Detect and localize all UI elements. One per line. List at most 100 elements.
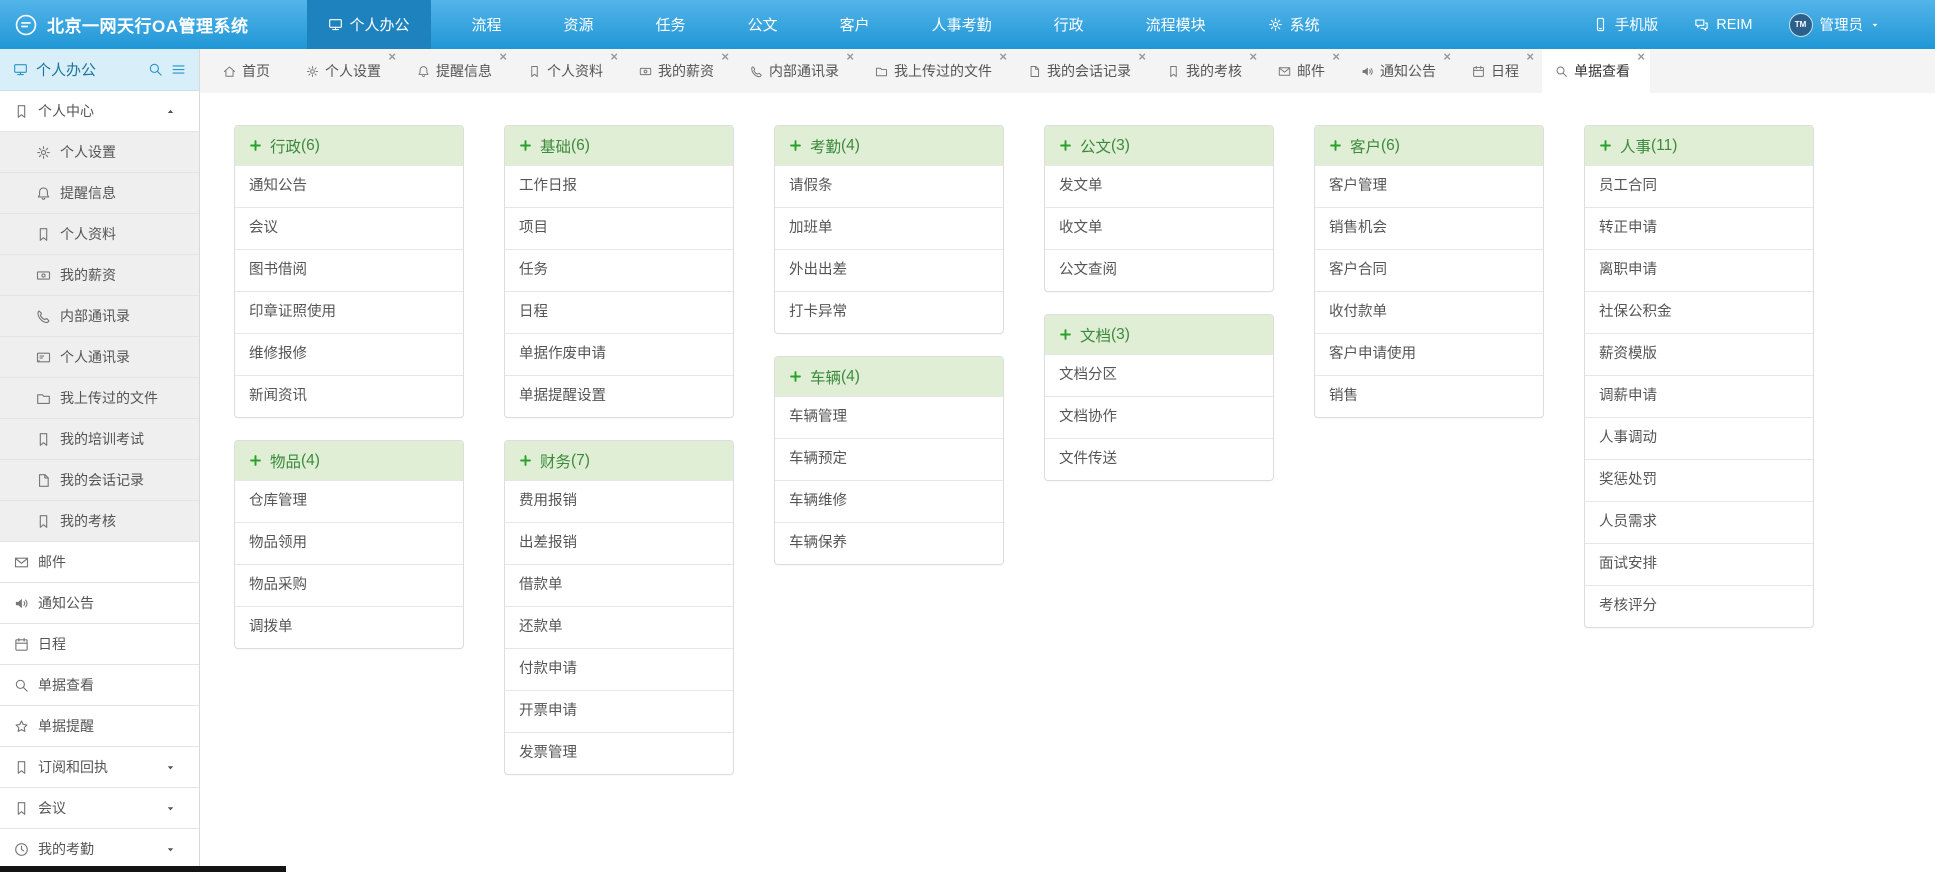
sidebar-item[interactable]: 日程	[0, 624, 199, 665]
topbar-right-item[interactable]: TM管理员	[1789, 13, 1881, 37]
card-item[interactable]: 加班单	[775, 207, 1003, 249]
card-item[interactable]: 付款申请	[505, 648, 733, 690]
card-item[interactable]: 物品领用	[235, 522, 463, 564]
card-item[interactable]: 新闻资讯	[235, 375, 463, 417]
sidebar-item[interactable]: 单据查看	[0, 665, 199, 706]
sidebar-item[interactable]: 邮件	[0, 542, 199, 583]
tab-item[interactable]: 日程×	[1459, 49, 1539, 93]
card-header[interactable]: 人事(11)	[1585, 126, 1813, 165]
card-item[interactable]: 开票申请	[505, 690, 733, 732]
tab-item[interactable]: 邮件×	[1265, 49, 1345, 93]
card-item[interactable]: 车辆管理	[775, 396, 1003, 438]
sidebar-item[interactable]: 我的薪资	[0, 255, 199, 296]
card-item[interactable]: 客户申请使用	[1315, 333, 1543, 375]
card-item[interactable]: 项目	[505, 207, 733, 249]
card-item[interactable]: 发票管理	[505, 732, 733, 774]
tab-item[interactable]: 我的考核×	[1154, 49, 1262, 93]
card-item[interactable]: 维修报修	[235, 333, 463, 375]
sidebar-item[interactable]: 会议	[0, 788, 199, 829]
topnav-item[interactable]: 流程模块	[1125, 0, 1227, 49]
app-brand[interactable]: 北京一网天行OA管理系统	[14, 0, 249, 49]
card-item[interactable]: 费用报销	[505, 480, 733, 522]
card-item[interactable]: 仓库管理	[235, 480, 463, 522]
card-header[interactable]: 财务(7)	[505, 441, 733, 480]
sidebar-item[interactable]: 我的考核	[0, 501, 199, 542]
card-item[interactable]: 客户管理	[1315, 165, 1543, 207]
card-item[interactable]: 销售	[1315, 375, 1543, 417]
card-header[interactable]: 行政(6)	[235, 126, 463, 165]
topbar-right-item[interactable]: 手机版	[1593, 14, 1659, 35]
card-header[interactable]: 考勤(4)	[775, 126, 1003, 165]
card-item[interactable]: 转正申请	[1585, 207, 1813, 249]
topnav-item[interactable]: 流程	[451, 0, 523, 49]
card-item[interactable]: 发文单	[1045, 165, 1273, 207]
topnav-item[interactable]: 行政	[1033, 0, 1105, 49]
card-item[interactable]: 薪资模版	[1585, 333, 1813, 375]
card-item[interactable]: 离职申请	[1585, 249, 1813, 291]
sidebar-item[interactable]: 个人设置	[0, 132, 199, 173]
card-item[interactable]: 单据作废申请	[505, 333, 733, 375]
close-icon[interactable]: ×	[1637, 50, 1645, 64]
card-item[interactable]: 社保公积金	[1585, 291, 1813, 333]
topnav-item[interactable]: 资源	[543, 0, 615, 49]
card-item[interactable]: 印章证照使用	[235, 291, 463, 333]
close-icon[interactable]: ×	[1138, 50, 1146, 64]
tab-item[interactable]: 我的会话记录×	[1015, 49, 1151, 93]
sidebar-item[interactable]: 单据提醒	[0, 706, 199, 747]
card-item[interactable]: 面试安排	[1585, 543, 1813, 585]
card-item[interactable]: 物品采购	[235, 564, 463, 606]
card-item[interactable]: 请假条	[775, 165, 1003, 207]
card-item[interactable]: 人员需求	[1585, 501, 1813, 543]
card-item[interactable]: 销售机会	[1315, 207, 1543, 249]
topnav-item[interactable]: 人事考勤	[911, 0, 1013, 49]
card-header[interactable]: 物品(4)	[235, 441, 463, 480]
card-item[interactable]: 车辆预定	[775, 438, 1003, 480]
card-item[interactable]: 收文单	[1045, 207, 1273, 249]
card-item[interactable]: 任务	[505, 249, 733, 291]
card-item[interactable]: 员工合同	[1585, 165, 1813, 207]
tab-item[interactable]: 个人设置×	[293, 49, 401, 93]
sidebar-item[interactable]: 内部通讯录	[0, 296, 199, 337]
card-item[interactable]: 考核评分	[1585, 585, 1813, 627]
card-item[interactable]: 文档协作	[1045, 396, 1273, 438]
tab-item[interactable]: 首页	[210, 49, 290, 93]
card-item[interactable]: 还款单	[505, 606, 733, 648]
close-icon[interactable]: ×	[1332, 50, 1340, 64]
topbar-right-item[interactable]: REIM	[1694, 17, 1752, 33]
sidebar-item[interactable]: 我的培训考试	[0, 419, 199, 460]
close-icon[interactable]: ×	[846, 50, 854, 64]
card-item[interactable]: 收付款单	[1315, 291, 1543, 333]
sidebar-item[interactable]: 个人通讯录	[0, 337, 199, 378]
card-item[interactable]: 车辆保养	[775, 522, 1003, 564]
card-header[interactable]: 车辆(4)	[775, 357, 1003, 396]
card-item[interactable]: 工作日报	[505, 165, 733, 207]
topnav-item[interactable]: 任务	[635, 0, 707, 49]
card-item[interactable]: 公文查阅	[1045, 249, 1273, 291]
card-item[interactable]: 通知公告	[235, 165, 463, 207]
close-icon[interactable]: ×	[499, 50, 507, 64]
card-item[interactable]: 日程	[505, 291, 733, 333]
topnav-item[interactable]: 系统	[1247, 0, 1341, 49]
sidebar-item[interactable]: 我上传过的文件	[0, 378, 199, 419]
card-item[interactable]: 车辆维修	[775, 480, 1003, 522]
sidebar-item[interactable]: 个人资料	[0, 214, 199, 255]
close-icon[interactable]: ×	[721, 50, 729, 64]
close-icon[interactable]: ×	[1443, 50, 1451, 64]
card-item[interactable]: 奖惩处罚	[1585, 459, 1813, 501]
tab-item[interactable]: 内部通讯录×	[737, 49, 859, 93]
card-item[interactable]: 文件传送	[1045, 438, 1273, 480]
close-icon[interactable]: ×	[999, 50, 1007, 64]
topnav-item[interactable]: 客户	[819, 0, 891, 49]
card-header[interactable]: 公文(3)	[1045, 126, 1273, 165]
sidebar-item[interactable]: 我的会话记录	[0, 460, 199, 501]
topnav-item[interactable]: 个人办公	[307, 0, 431, 49]
card-item[interactable]: 单据提醒设置	[505, 375, 733, 417]
close-icon[interactable]: ×	[1249, 50, 1257, 64]
card-item[interactable]: 客户合同	[1315, 249, 1543, 291]
sidebar-item[interactable]: 我的考勤	[0, 829, 199, 870]
close-icon[interactable]: ×	[388, 50, 396, 64]
tab-item[interactable]: 个人资料×	[515, 49, 623, 93]
tab-item[interactable]: 提醒信息×	[404, 49, 512, 93]
tab-item[interactable]: 我上传过的文件×	[862, 49, 1012, 93]
topnav-item[interactable]: 公文	[727, 0, 799, 49]
